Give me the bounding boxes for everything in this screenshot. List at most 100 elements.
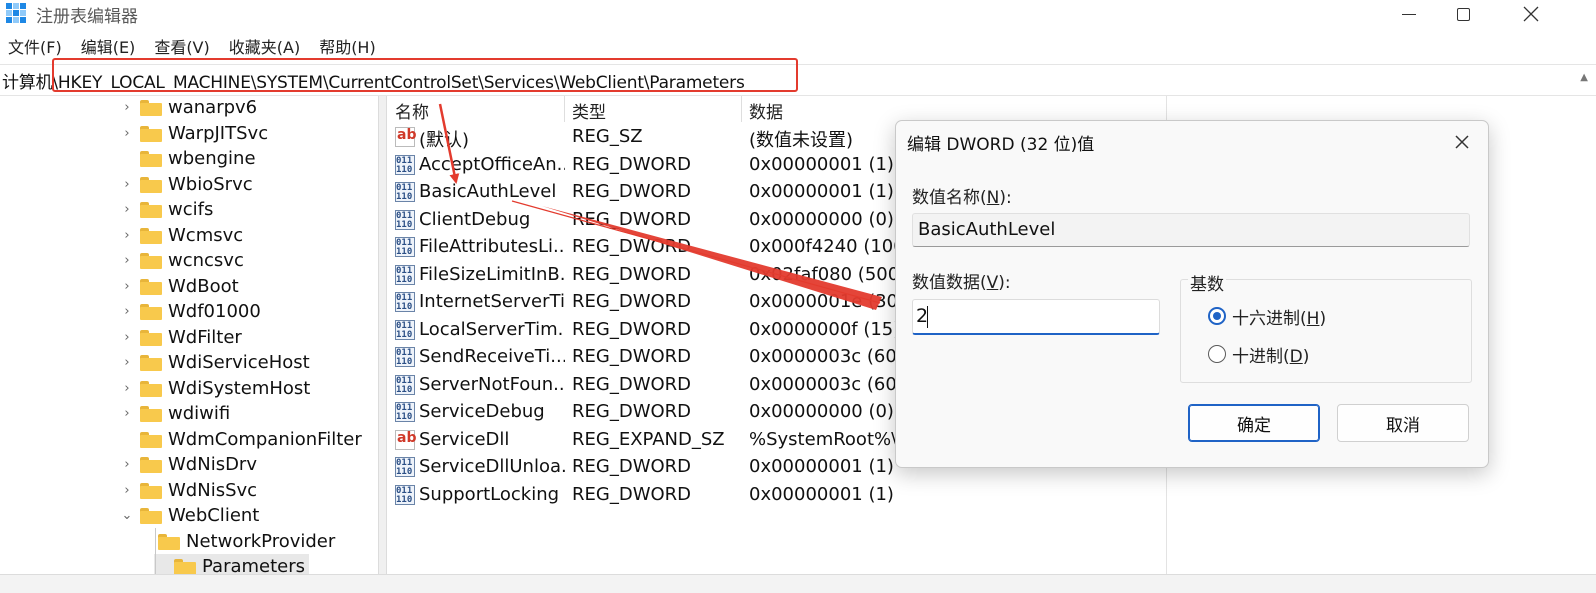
folder-icon [140, 227, 162, 244]
dword-value-icon: 011 110 [395, 402, 415, 422]
expand-icon[interactable]: › [120, 279, 134, 294]
value-name-field[interactable]: BasicAuthLevel [912, 213, 1470, 247]
string-value-icon: ab [395, 429, 416, 450]
value-row[interactable]: 011 110 SupportLocking REG_DWORD 0x00000001 … [388, 482, 1168, 509]
expand-icon[interactable]: › [120, 253, 134, 268]
folder-icon [140, 201, 162, 218]
hex-radio[interactable] [1208, 307, 1226, 325]
dword-value-icon: 011 110 [395, 292, 415, 312]
column-divider[interactable] [741, 96, 742, 122]
regedit-app-icon [6, 3, 26, 23]
tree-item[interactable]: › WdFilter [120, 325, 242, 350]
folder-icon [140, 405, 162, 422]
window-title: 注册表编辑器 [36, 7, 138, 27]
value-name-cell: ServiceDebug [419, 401, 545, 422]
collapse-icon[interactable]: ⌄ [120, 508, 134, 523]
expand-icon[interactable]: › [120, 228, 134, 243]
folder-icon [140, 252, 162, 269]
cancel-button[interactable]: 取消 [1337, 404, 1469, 442]
expand-icon[interactable]: › [120, 100, 134, 115]
tree-item[interactable]: wbengine [120, 146, 256, 171]
value-name-cell: FileSizeLimitInB... [419, 263, 565, 285]
expand-icon[interactable]: › [120, 381, 134, 396]
value-name-cell: ServiceDllUnloa... [419, 456, 565, 477]
expand-icon[interactable]: › [120, 483, 134, 498]
tree-item-label: wcncsvc [168, 250, 244, 271]
column-divider[interactable] [564, 96, 565, 122]
column-name-header[interactable]: 名称 [395, 98, 429, 123]
tree-item[interactable]: › Wcmsvc [120, 223, 243, 248]
value-name-cell: FileAttributesLi... [419, 236, 565, 257]
folder-icon [140, 125, 162, 142]
dword-value-icon: 011 110 [395, 319, 415, 340]
address-prefix: 计算机 [2, 73, 53, 93]
expand-icon[interactable]: › [120, 202, 134, 217]
tree-item-label: wdiwifi [168, 403, 231, 424]
decimal-radio[interactable] [1208, 345, 1226, 363]
column-data-header[interactable]: 数据 [749, 98, 783, 123]
tree-item-label: wanarpv6 [168, 97, 258, 118]
tree-item[interactable]: NetworkProvider [146, 529, 335, 554]
value-name-label: 数值名称(N): [912, 188, 1012, 208]
expand-icon[interactable]: › [120, 457, 134, 472]
folder-icon [140, 176, 162, 193]
tree-item-label: wcifs [168, 199, 214, 220]
decimal-radio-label[interactable]: 十进制(D) [1232, 342, 1309, 367]
tree-item[interactable]: WdmCompanionFilter [120, 427, 362, 452]
highlight-box [52, 58, 798, 92]
value-name-cell: SendReceiveTi... [419, 346, 565, 367]
dword-value-icon: 011 110 [395, 374, 415, 395]
expand-icon[interactable]: › [120, 126, 134, 141]
tree-item[interactable]: › WdNisDrv [120, 452, 257, 477]
tree-item-label: WdNisDrv [168, 454, 257, 475]
tree-item[interactable]: › WdiSystemHost [120, 376, 310, 401]
value-name-cell: ServerNotFoun... [419, 373, 565, 395]
hex-radio-label[interactable]: 十六进制(H) [1232, 304, 1326, 329]
maximize-button[interactable] [1440, 0, 1486, 28]
close-window-button[interactable] [1508, 0, 1554, 28]
dialog-close-button[interactable] [1446, 127, 1478, 157]
minimize-button[interactable] [1386, 0, 1432, 28]
tree-item-label: WdmCompanionFilter [168, 429, 362, 450]
ok-button[interactable]: 确定 [1188, 404, 1320, 442]
pane-splitter[interactable] [378, 96, 387, 592]
folder-icon [140, 278, 162, 295]
key-tree: › wanarpv6 › WarpJITSvc wbengine › WbioSrvc › wc… [0, 96, 378, 592]
tree-item[interactable]: › wcifs [120, 197, 213, 222]
tree-item-label: WdiSystemHost [168, 378, 311, 399]
expand-icon[interactable]: › [120, 330, 134, 345]
dword-value-icon: 011 110 [395, 209, 415, 230]
expand-icon[interactable]: › [120, 355, 134, 370]
tree-item[interactable]: › WbioSrvc [120, 172, 253, 197]
tree-item[interactable]: › WdNisSvc [120, 478, 257, 503]
value-type-cell: REG_DWORD [572, 208, 692, 230]
scroll-up-icon[interactable]: ▲ [1580, 72, 1588, 83]
tree-item-label: NetworkProvider [186, 531, 336, 552]
tree-item-label: WdFilter [168, 327, 242, 348]
folder-icon [174, 558, 196, 575]
tree-item[interactable]: › Wdf01000 [120, 299, 260, 324]
folder-icon [140, 482, 162, 499]
minimize-icon [1402, 13, 1416, 15]
tree-item[interactable]: ⌄ WebClient [120, 503, 260, 528]
value-type-cell: REG_DWORD [572, 263, 692, 285]
tree-item[interactable]: › WarpJITSvc [120, 121, 268, 146]
value-type-cell: REG_DWORD [572, 483, 692, 505]
tree-item[interactable]: › WdiServiceHost [120, 350, 309, 375]
expand-icon[interactable]: › [120, 304, 134, 319]
tree-item-label: wbengine [168, 148, 256, 169]
folder-icon [140, 329, 162, 346]
value-data-input[interactable]: 2 [912, 299, 1160, 335]
close-icon [1455, 135, 1469, 149]
value-type-cell: REG_SZ [572, 126, 643, 147]
tree-item-label: WbioSrvc [168, 174, 253, 195]
tree-item[interactable]: › WdBoot [120, 274, 239, 299]
column-type-header[interactable]: 类型 [572, 98, 606, 123]
tree-item[interactable]: › wcncsvc [120, 248, 244, 273]
tree-item-label: WdBoot [168, 276, 239, 297]
expand-icon[interactable]: › [120, 406, 134, 421]
value-type-cell: REG_DWORD [572, 373, 692, 395]
tree-item[interactable]: › wdiwifi [120, 401, 230, 426]
tree-item[interactable]: › wanarpv6 [120, 96, 257, 120]
expand-icon[interactable]: › [120, 177, 134, 192]
